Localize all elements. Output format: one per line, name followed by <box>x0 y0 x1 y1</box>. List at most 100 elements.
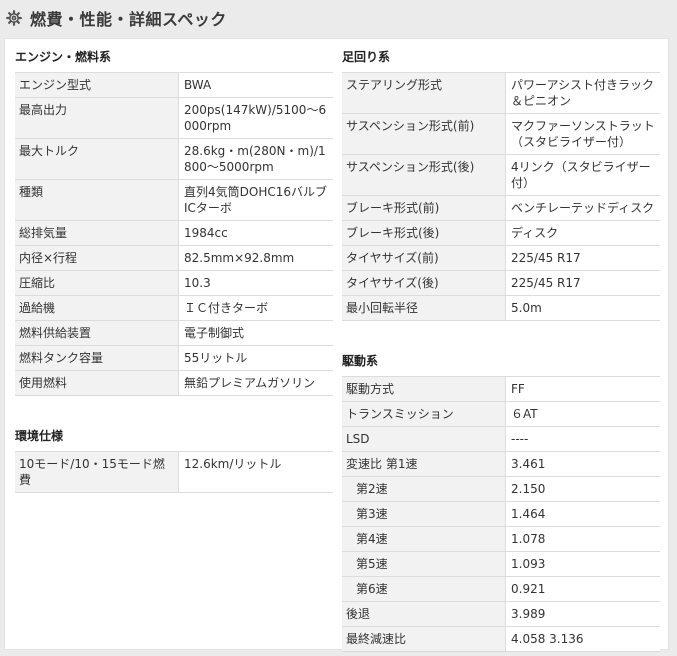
table-row: 駆動方式 FF <box>342 377 660 402</box>
spec-label: 最小回転半径 <box>342 295 506 321</box>
spec-value: 2.150 <box>505 476 660 502</box>
spec-value: 1.093 <box>505 551 660 577</box>
spec-value: 3.989 <box>505 601 660 627</box>
spec-value: ---- <box>505 426 660 452</box>
spec-label: 総排気量 <box>15 220 179 246</box>
engine-table: エンジン型式 BWA 最高出力 200ps(147kW)/5100〜6000rpm 最大… <box>15 73 333 396</box>
spec-value: 200ps(147kW)/5100〜6000rpm <box>178 97 333 139</box>
table-row: 第6速 0.921 <box>342 576 660 602</box>
drive-table: 駆動方式 FF トランスミッション ６AT LSD ---- 変速比 第1速 3.461 第2速… <box>342 377 660 652</box>
spec-value: ディスク <box>505 220 660 246</box>
spec-label: 駆動方式 <box>342 377 506 402</box>
spec-label: 10モード/10・15モード燃費 <box>15 452 179 493</box>
table-row: トランスミッション ６AT <box>342 401 660 427</box>
spec-label: 第4速 <box>342 526 506 552</box>
gear-icon <box>6 10 22 26</box>
spec-label: LSD <box>342 426 506 452</box>
table-row: 第2速 2.150 <box>342 476 660 502</box>
spec-value: 82.5mm×92.8mm <box>178 245 333 271</box>
spec-label: ステアリング形式 <box>342 73 506 114</box>
spec-value: 225/45 R17 <box>505 270 660 296</box>
spec-value: 55リットル <box>178 345 333 371</box>
spec-value: パワーアシスト付きラック＆ピニオン <box>505 73 660 114</box>
table-row: 燃料タンク容量 55リットル <box>15 345 333 371</box>
table-row: サスペンション形式(前) マクファーソンストラット（スタビライザー付） <box>342 113 660 155</box>
spec-value: 0.921 <box>505 576 660 602</box>
spec-label: 第3速 <box>342 501 506 527</box>
table-row: 燃料供給装置 電子制御式 <box>15 320 333 346</box>
spec-value: 10.3 <box>178 270 333 296</box>
spec-value: マクファーソンストラット（スタビライザー付） <box>505 113 660 155</box>
spec-value: 電子制御式 <box>178 320 333 346</box>
spec-label: 種類 <box>15 179 179 221</box>
table-row: 過給機 ＩＣ付きターボ <box>15 295 333 321</box>
spec-label: 過給機 <box>15 295 179 321</box>
table-row: 種類 直列4気筒DOHC16バルブICターボ <box>15 179 333 221</box>
spec-value: ＩＣ付きターボ <box>178 295 333 321</box>
spec-value: 5.0m <box>505 295 660 321</box>
page-title: 燃費・性能・詳細スペック <box>30 10 227 29</box>
spec-label: 燃料タンク容量 <box>15 345 179 371</box>
table-row: 第5速 1.093 <box>342 551 660 577</box>
spec-label: サスペンション形式(後) <box>342 154 506 196</box>
spec-label: 圧縮比 <box>15 270 179 296</box>
spec-value: 28.6kg・m(280N・m)/1800〜5000rpm <box>178 138 333 180</box>
table-row: 最終減速比 4.058 3.136 <box>342 626 660 652</box>
table-row: 第3速 1.464 <box>342 501 660 527</box>
right-column: 足回り系 ステアリング形式 パワーアシスト付きラック＆ピニオン サスペンション形式(… <box>342 39 660 652</box>
spec-label: 第2速 <box>342 476 506 502</box>
spec-value: 4.058 3.136 <box>505 626 660 652</box>
table-row: 最高出力 200ps(147kW)/5100〜6000rpm <box>15 97 333 139</box>
table-row: 圧縮比 10.3 <box>15 270 333 296</box>
spec-label: 最終減速比 <box>342 626 506 652</box>
engine-section-title: エンジン・燃料系 <box>15 39 333 73</box>
table-row: 総排気量 1984cc <box>15 220 333 246</box>
spec-label: サスペンション形式(前) <box>342 113 506 155</box>
table-row: 後退 3.989 <box>342 601 660 627</box>
table-row: ブレーキ形式(前) ベンチレーテッドディスク <box>342 195 660 221</box>
spec-label: ブレーキ形式(前) <box>342 195 506 221</box>
spec-value: 1.464 <box>505 501 660 527</box>
spec-value: BWA <box>178 73 333 98</box>
spec-label: トランスミッション <box>342 401 506 427</box>
suspension-table: ステアリング形式 パワーアシスト付きラック＆ピニオン サスペンション形式(前) マクフ… <box>342 73 660 321</box>
table-row: 最大トルク 28.6kg・m(280N・m)/1800〜5000rpm <box>15 138 333 180</box>
spec-value: ６AT <box>505 401 660 427</box>
spec-value: ベンチレーテッドディスク <box>505 195 660 221</box>
spec-value: FF <box>505 377 660 402</box>
table-row: ステアリング形式 パワーアシスト付きラック＆ピニオン <box>342 73 660 114</box>
spec-value: 12.6km/リットル <box>178 452 333 493</box>
spec-value: 1984cc <box>178 220 333 246</box>
spec-label: エンジン型式 <box>15 73 179 98</box>
table-row: 使用燃料 無鉛プレミアムガソリン <box>15 370 333 396</box>
spec-label: 最大トルク <box>15 138 179 180</box>
spec-label: タイヤサイズ(前) <box>342 245 506 271</box>
table-row: 内径×行程 82.5mm×92.8mm <box>15 245 333 271</box>
spec-value: 1.078 <box>505 526 660 552</box>
section-header: 燃費・性能・詳細スペック <box>0 0 677 36</box>
spec-label: ブレーキ形式(後) <box>342 220 506 246</box>
spec-label: 第5速 <box>342 551 506 577</box>
table-row: 10モード/10・15モード燃費 12.6km/リットル <box>15 452 333 493</box>
table-row: 変速比 第1速 3.461 <box>342 451 660 477</box>
spec-label: タイヤサイズ(後) <box>342 270 506 296</box>
table-row: タイヤサイズ(後) 225/45 R17 <box>342 270 660 296</box>
table-row: ブレーキ形式(後) ディスク <box>342 220 660 246</box>
drive-section-title: 駆動系 <box>342 343 660 377</box>
spec-label: 変速比 第1速 <box>342 451 506 477</box>
table-row: タイヤサイズ(前) 225/45 R17 <box>342 245 660 271</box>
env-table: 10モード/10・15モード燃費 12.6km/リットル <box>15 452 333 493</box>
table-row: 最小回転半径 5.0m <box>342 295 660 321</box>
table-row: サスペンション形式(後) 4リンク（スタビライザー付） <box>342 154 660 196</box>
spec-value: 225/45 R17 <box>505 245 660 271</box>
spec-label: 最高出力 <box>15 97 179 139</box>
table-row: 第4速 1.078 <box>342 526 660 552</box>
spec-panel: エンジン・燃料系 エンジン型式 BWA 最高出力 200ps(147kW)/5100〜… <box>4 38 669 652</box>
table-row: エンジン型式 BWA <box>15 73 333 98</box>
spec-label: 第6速 <box>342 576 506 602</box>
table-row: LSD ---- <box>342 426 660 452</box>
spec-value: 無鉛プレミアムガソリン <box>178 370 333 396</box>
spec-label: 使用燃料 <box>15 370 179 396</box>
spec-value: 直列4気筒DOHC16バルブICターボ <box>178 179 333 221</box>
spec-value: 4リンク（スタビライザー付） <box>505 154 660 196</box>
